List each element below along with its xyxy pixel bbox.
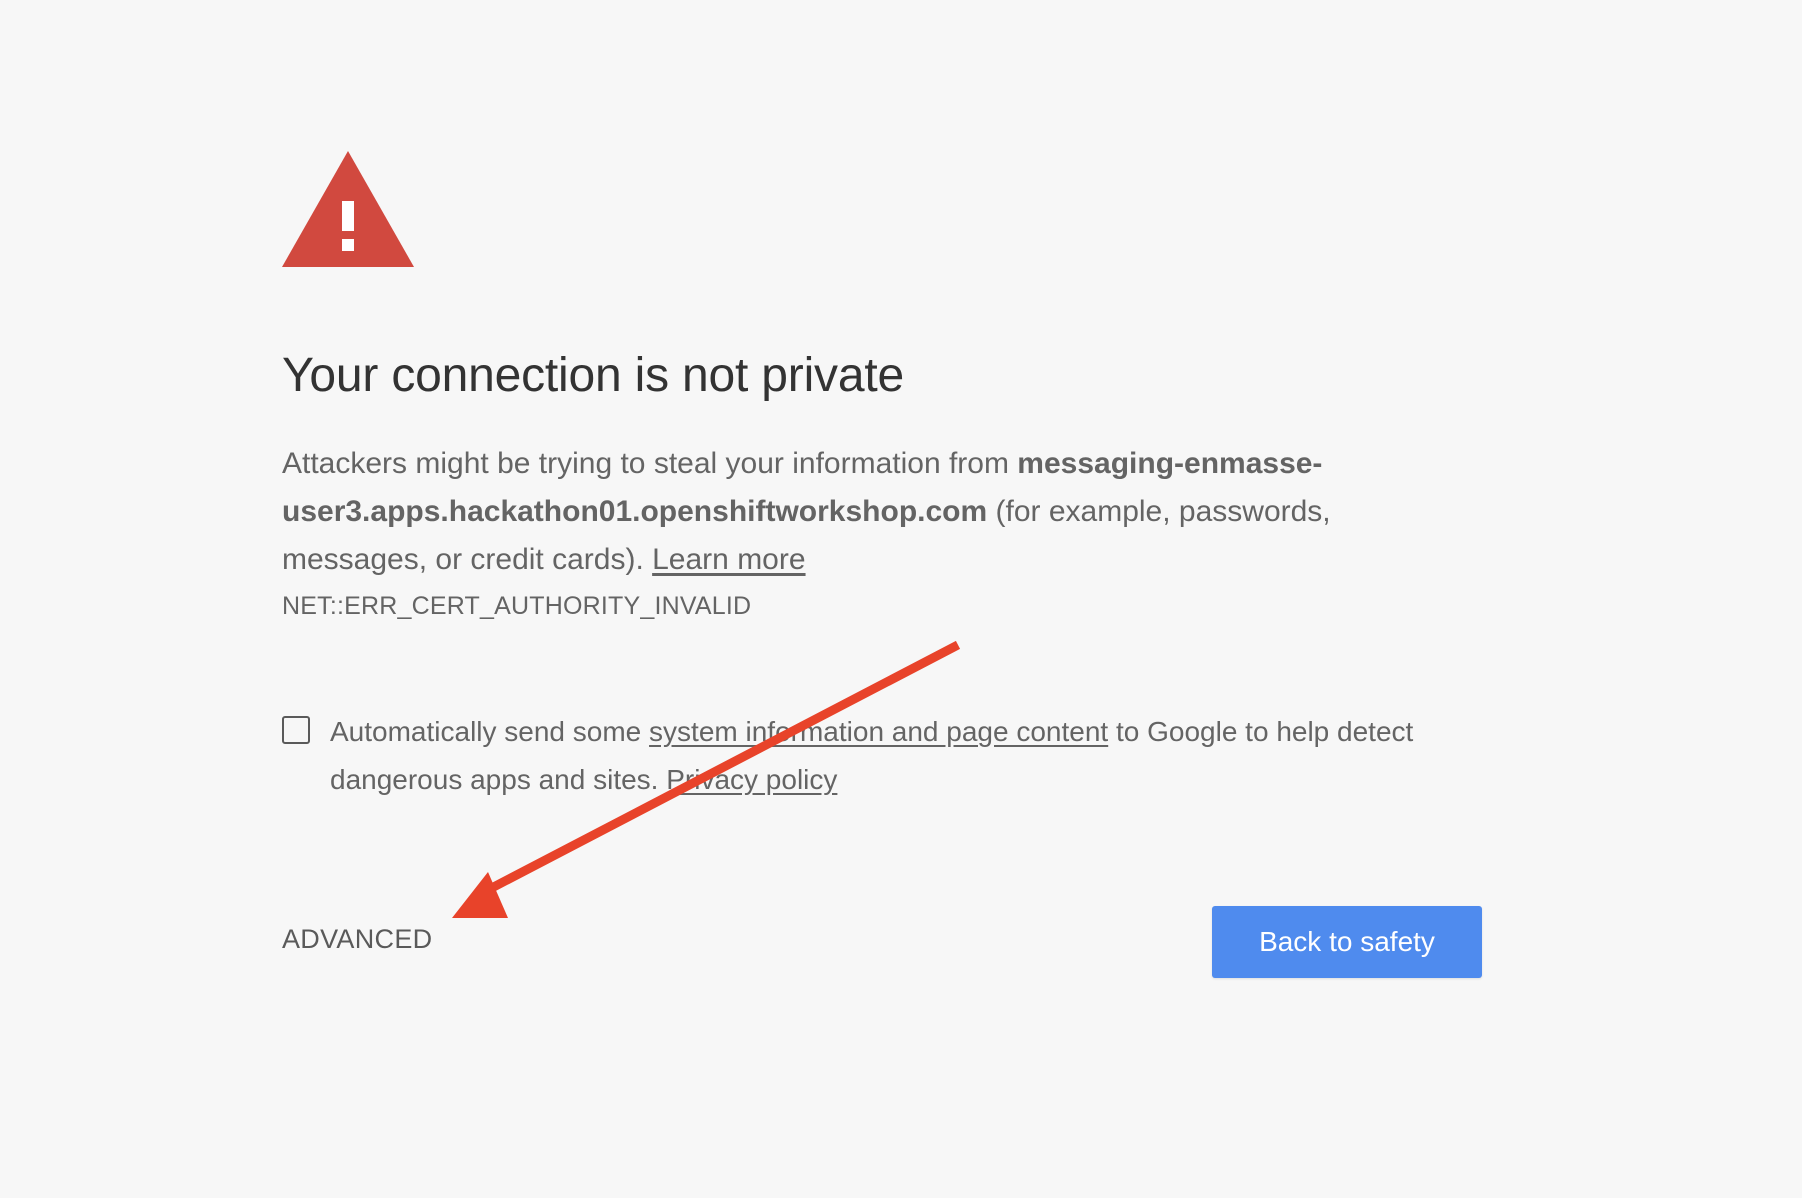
message-prefix: Attackers might be trying to steal your … [282,447,1018,480]
main-message: Attackers might be trying to steal your … [282,440,1422,584]
optin-text-before: Automatically send some [330,716,650,747]
privacy-policy-link[interactable]: Privacy policy [666,764,837,795]
system-info-link[interactable]: system information and page content [649,716,1108,747]
advanced-button[interactable]: ADVANCED [282,924,432,955]
page-title: Your connection is not private [282,349,904,402]
learn-more-link[interactable]: Learn more [652,543,805,576]
optin-checkbox[interactable] [282,716,310,744]
red-arrow-annotation [452,640,961,918]
error-code: NET::ERR_CERT_AUTHORITY_INVALID [282,592,752,620]
optin-text: Automatically send some system informati… [330,708,1430,804]
warning-triangle-icon [282,151,414,267]
back-to-safety-button[interactable]: Back to safety [1212,906,1482,978]
